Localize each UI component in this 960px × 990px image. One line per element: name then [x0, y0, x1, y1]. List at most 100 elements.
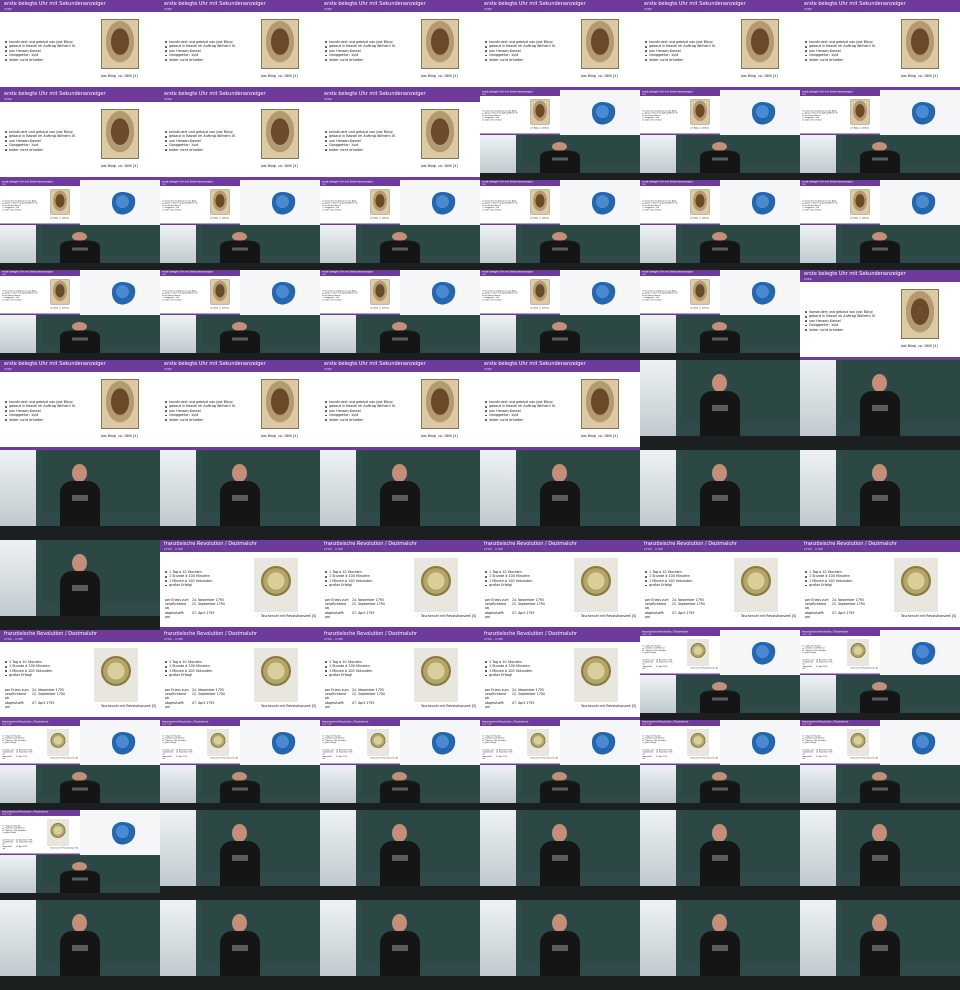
- video-thumbnail[interactable]: französische Revolution / Dezimaluhr 1793…: [640, 720, 800, 810]
- video-thumbnail[interactable]: erste belegte Uhr mit Sekundenanzeiger 15…: [160, 0, 320, 90]
- lectern-desk: [480, 976, 640, 990]
- video-thumbnail[interactable]: erste belegte Uhr mit Sekundenanzeiger 15…: [640, 180, 800, 270]
- date-value: 07. April 1795: [336, 755, 348, 758]
- video-thumbnail[interactable]: [0, 450, 160, 540]
- lectern-desk: [800, 886, 960, 900]
- bullet-item: leider nicht erhalten: [645, 58, 735, 62]
- video-thumbnail[interactable]: französische Revolution / Dezimaluhr 1793…: [480, 630, 640, 720]
- speaker: [378, 322, 422, 359]
- video-thumbnail[interactable]: erste belegte Uhr mit Sekundenanzeiger 15…: [480, 90, 640, 180]
- date-row: abgeschafft am 07. April 1795: [805, 611, 865, 619]
- bullet-list: 1 Tag à 10 Stunden 1 Stunde à 100 Minuten…: [165, 570, 255, 588]
- video-thumbnail[interactable]: französische Revolution / Dezimaluhr 1793…: [480, 540, 640, 630]
- video-thumbnail[interactable]: französische Revolution / Dezimaluhr 1793…: [800, 540, 960, 630]
- slide-subtitle: 1560: [804, 7, 812, 11]
- video-thumbnail[interactable]: französische Revolution / Dezimaluhr 1793…: [160, 630, 320, 720]
- video-thumbnail[interactable]: französische Revolution / Dezimaluhr 1793…: [0, 720, 160, 810]
- video-thumbnail[interactable]: erste belegte Uhr mit Sekundenanzeiger 15…: [0, 90, 160, 180]
- video-thumbnail[interactable]: [480, 900, 640, 990]
- slide-header: französische Revolution / Dezimaluhr 1793…: [480, 720, 560, 726]
- video-thumbnail[interactable]: [800, 900, 960, 990]
- video-thumbnail[interactable]: französische Revolution / Dezimaluhr 1793…: [800, 630, 960, 720]
- video-thumbnail[interactable]: [480, 450, 640, 540]
- video-thumbnail[interactable]: erste belegte Uhr mit Sekundenanzeiger 15…: [480, 0, 640, 90]
- video-thumbnail[interactable]: erste belegte Uhr mit Sekundenanzeiger 15…: [160, 270, 320, 360]
- slide-header: erste belegte Uhr mit Sekundenanzeiger 15…: [320, 0, 480, 12]
- video-thumbnail[interactable]: erste belegte Uhr mit Sekundenanzeiger 15…: [160, 180, 320, 270]
- video-thumbnail[interactable]: erste belegte Uhr mit Sekundenanzeiger 15…: [160, 90, 320, 180]
- video-thumbnail[interactable]: erste belegte Uhr mit Sekundenanzeiger 15…: [640, 270, 800, 360]
- slide-thumbnail: französische Revolution / Dezimaluhr 1793…: [640, 720, 720, 765]
- video-thumbnail[interactable]: [800, 810, 960, 900]
- bullet-list: 1 Tag à 10 Stunden 1 Stunde à 100 Minuten…: [642, 645, 688, 654]
- lectern-desk: [0, 893, 160, 900]
- video-thumbnail[interactable]: erste belegte Uhr mit Sekundenanzeiger 15…: [640, 90, 800, 180]
- video-thumbnail[interactable]: erste belegte Uhr mit Sekundenanzeiger 15…: [320, 360, 480, 450]
- video-thumbnail[interactable]: erste belegte Uhr mit Sekundenanzeiger 15…: [0, 270, 160, 360]
- portrait-image: [530, 189, 550, 215]
- video-thumbnail[interactable]: französische Revolution / Dezimaluhr 1793…: [320, 720, 480, 810]
- video-thumbnail[interactable]: erste belegte Uhr mit Sekundenanzeiger 15…: [800, 180, 960, 270]
- bullet-item: großer Erfolg!: [485, 673, 575, 677]
- video-thumbnail[interactable]: erste belegte Uhr mit Sekundenanzeiger 15…: [640, 0, 800, 90]
- video-thumbnail[interactable]: [640, 450, 800, 540]
- video-thumbnail[interactable]: erste belegte Uhr mit Sekundenanzeiger 15…: [480, 360, 640, 450]
- video-thumbnail[interactable]: [0, 900, 160, 990]
- video-thumbnail[interactable]: erste belegte Uhr mit Sekundenanzeiger 15…: [320, 0, 480, 90]
- video-thumbnail[interactable]: [320, 900, 480, 990]
- portrait-image: [101, 19, 139, 69]
- video-thumbnail[interactable]: erste belegte Uhr mit Sekundenanzeiger 15…: [480, 180, 640, 270]
- video-thumbnail[interactable]: [320, 450, 480, 540]
- video-thumbnail[interactable]: französische Revolution / Dezimaluhr 1793…: [320, 630, 480, 720]
- video-thumbnail[interactable]: [800, 360, 960, 450]
- video-thumbnail[interactable]: erste belegte Uhr mit Sekundenanzeiger 15…: [320, 180, 480, 270]
- video-thumbnail[interactable]: erste belegte Uhr mit Sekundenanzeiger 15…: [320, 90, 480, 180]
- video-thumbnail[interactable]: französische Revolution / Dezimaluhr 1793…: [800, 720, 960, 810]
- video-thumbnail[interactable]: [640, 810, 800, 900]
- date-label: abgeschafft am: [802, 665, 812, 670]
- slide-thumbnail: erste belegte Uhr mit Sekundenanzeiger 15…: [800, 0, 960, 90]
- date-table: per Erlass zum 24. November 1793 verpflich…: [5, 688, 65, 709]
- video-thumbnail[interactable]: erste belegte Uhr mit Sekundenanzeiger 15…: [0, 0, 160, 90]
- video-thumbnail[interactable]: erste belegte Uhr mit Sekundenanzeiger 15…: [800, 0, 960, 90]
- speaker: [538, 142, 582, 179]
- slide-header: erste belegte Uhr mit Sekundenanzeiger 15…: [320, 90, 480, 102]
- video-thumbnail[interactable]: französische Revolution / Dezimaluhr 1793…: [0, 630, 160, 720]
- date-label: abgeschafft am: [165, 610, 184, 619]
- video-thumbnail[interactable]: französische Revolution / Dezimaluhr 1793…: [160, 540, 320, 630]
- video-thumbnail[interactable]: erste belegte Uhr mit Sekundenanzeiger 15…: [320, 270, 480, 360]
- slide-thumbnail: französische Revolution / Dezimaluhr 1793…: [640, 630, 720, 675]
- video-thumbnail[interactable]: erste belegte Uhr mit Sekundenanzeiger 15…: [0, 180, 160, 270]
- bullet-list: konstruiert und gebaut von Jost Bürgi geb…: [645, 40, 735, 62]
- video-thumbnail[interactable]: französische Revolution / Dezimaluhr 1793…: [480, 720, 640, 810]
- video-thumbnail[interactable]: [640, 900, 800, 990]
- video-thumbnail[interactable]: [800, 450, 960, 540]
- video-thumbnail[interactable]: erste belegte Uhr mit Sekundenanzeiger 15…: [160, 360, 320, 450]
- video-thumbnail[interactable]: französische Revolution / Dezimaluhr 1793…: [640, 630, 800, 720]
- lectern-desk: [640, 976, 800, 990]
- conference-logo-icon: [108, 188, 144, 220]
- video-thumbnail[interactable]: erste belegte Uhr mit Sekundenanzeiger 15…: [0, 360, 160, 450]
- video-thumbnail[interactable]: [160, 900, 320, 990]
- video-thumbnail[interactable]: französische Revolution / Dezimaluhr 1793…: [320, 540, 480, 630]
- video-thumbnail[interactable]: [160, 450, 320, 540]
- video-thumbnail[interactable]: erste belegte Uhr mit Sekundenanzeiger 15…: [800, 270, 960, 360]
- video-thumbnail[interactable]: erste belegte Uhr mit Sekundenanzeiger 15…: [800, 90, 960, 180]
- date-row: abgeschafft am 07. April 1795: [483, 755, 513, 759]
- slide-subtitle: 1793 – 1795: [324, 547, 343, 551]
- video-thumbnail[interactable]: [0, 540, 160, 630]
- bullet-list: 1 Tag à 10 Stunden 1 Stunde à 100 Minuten…: [325, 660, 415, 678]
- video-thumbnail[interactable]: französische Revolution / Dezimaluhr 1793…: [0, 810, 160, 900]
- video-thumbnail[interactable]: [480, 810, 640, 900]
- video-thumbnail[interactable]: [320, 810, 480, 900]
- date-table: per Erlass zum 24. November 1793 verpflich…: [165, 598, 225, 619]
- video-thumbnail[interactable]: [160, 810, 320, 900]
- pocket-watch-image: [47, 819, 69, 846]
- slide-subtitle: 1793 – 1795: [4, 637, 23, 641]
- video-thumbnail[interactable]: [640, 360, 800, 450]
- bullet-item: großer Erfolg!: [2, 742, 48, 744]
- video-thumbnail[interactable]: französische Revolution / Dezimaluhr 1793…: [640, 540, 800, 630]
- portrait-image: [530, 99, 550, 125]
- video-thumbnail[interactable]: erste belegte Uhr mit Sekundenanzeiger 15…: [480, 270, 640, 360]
- video-thumbnail[interactable]: französische Revolution / Dezimaluhr 1793…: [160, 720, 320, 810]
